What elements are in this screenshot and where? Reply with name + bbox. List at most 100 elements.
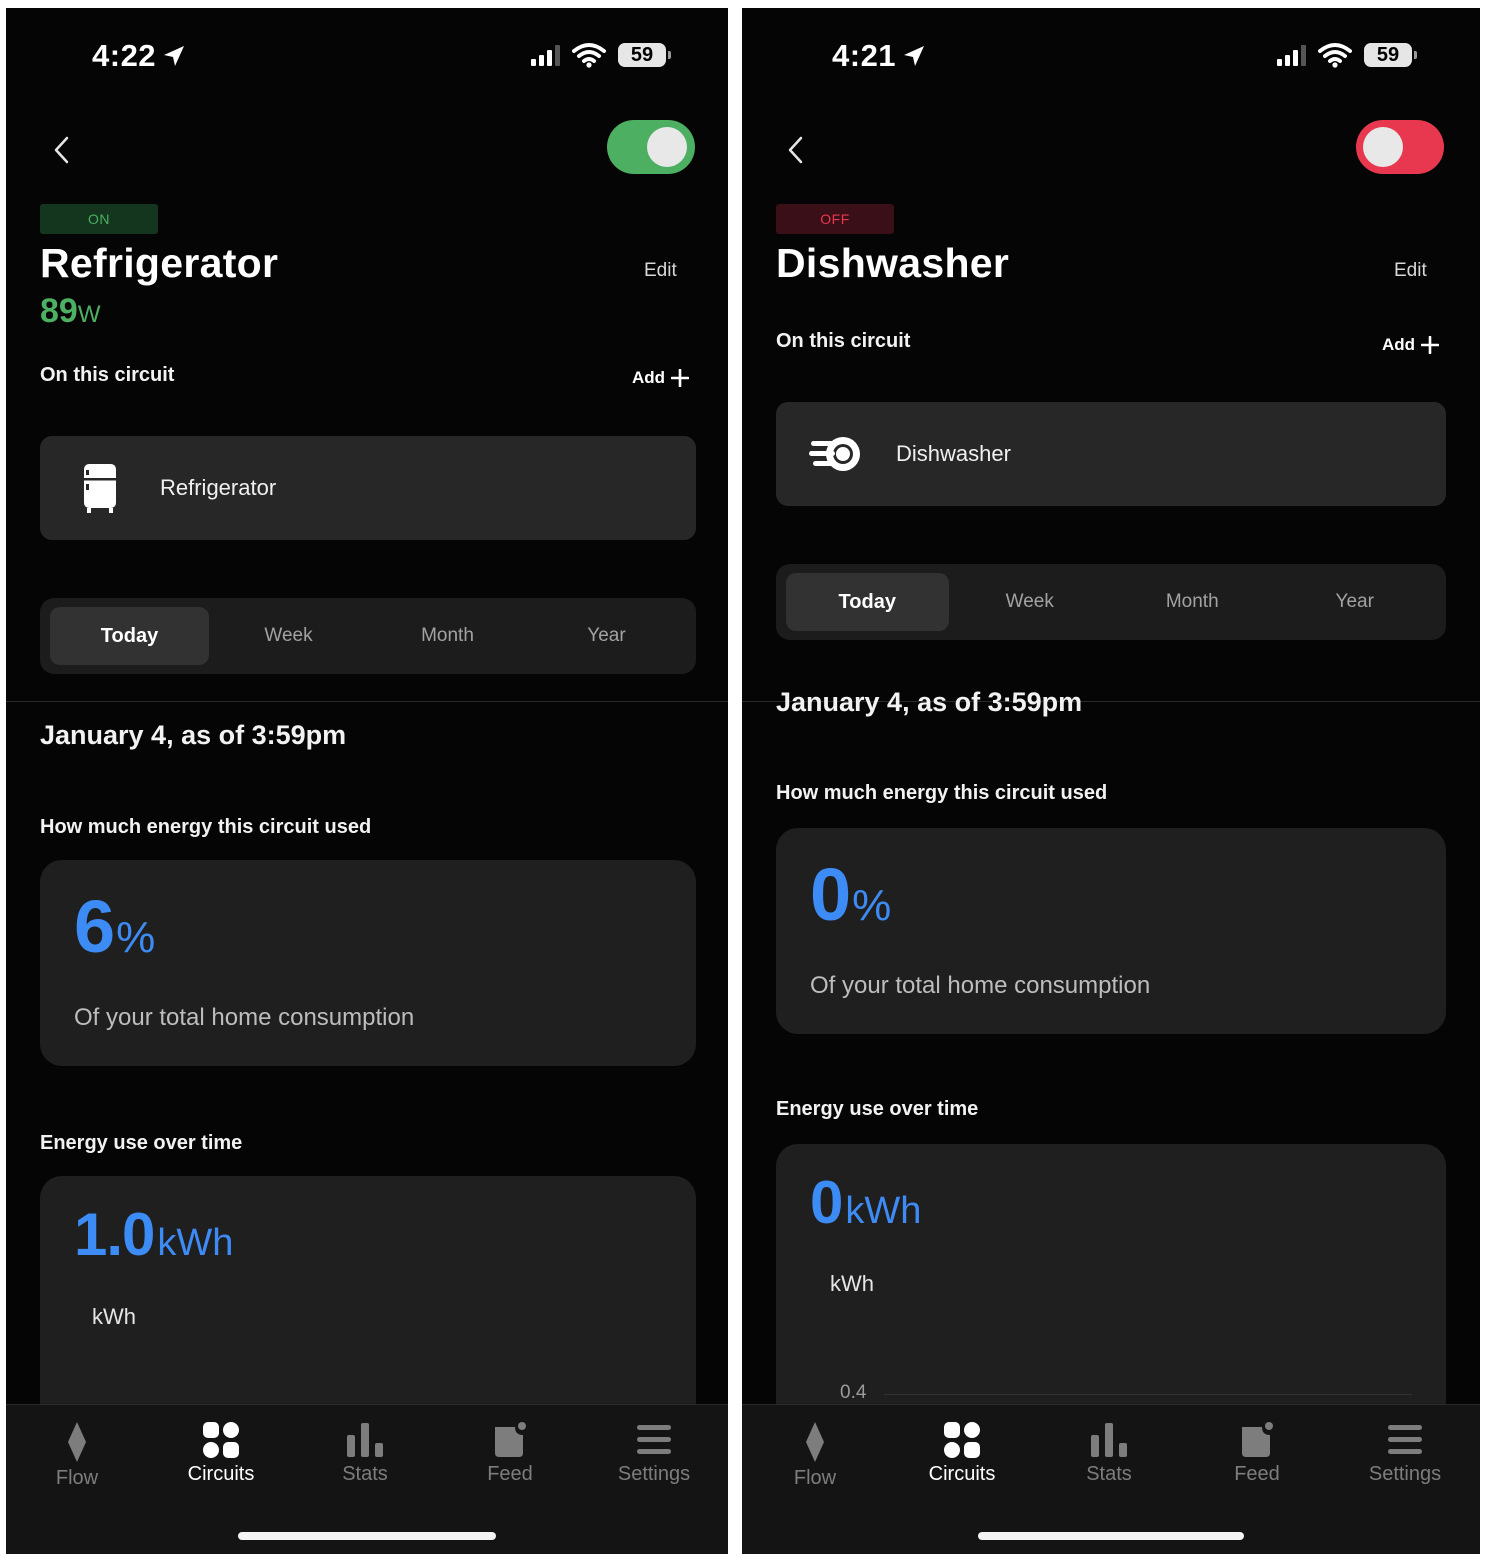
- menu-icon: [1388, 1425, 1422, 1454]
- status-badge: ON: [40, 204, 158, 234]
- tab-month[interactable]: Month: [1111, 573, 1274, 631]
- home-indicator: [238, 1532, 496, 1540]
- tab-flow[interactable]: Flow: [750, 1421, 880, 1490]
- status-bar: 4:21 59: [742, 8, 1480, 108]
- y-tick-label: 0.4: [840, 1382, 867, 1403]
- signal-icon: [1277, 44, 1306, 66]
- plus-icon: [1421, 336, 1440, 354]
- energy-card: 1.0 kWh kWh: [40, 1176, 696, 1416]
- period-selector: Today Week Month Year: [776, 564, 1446, 640]
- tab-circuits[interactable]: Circuits: [897, 1421, 1027, 1486]
- wifi-icon: [572, 43, 606, 68]
- energy-number: 0: [810, 1169, 843, 1236]
- share-section-label: How much energy this circuit used: [776, 782, 1108, 804]
- circuit-device-label: Dishwasher: [896, 441, 1011, 466]
- toggle-knob: [1363, 127, 1403, 167]
- back-button[interactable]: [780, 130, 810, 170]
- energy-value: 1.0 kWh: [74, 1200, 233, 1269]
- dishwasher-icon: [776, 434, 896, 474]
- circuit-device-label: Refrigerator: [160, 475, 277, 500]
- power-value: 89: [40, 292, 78, 330]
- share-number: 6: [74, 885, 115, 968]
- chart-axis-unit: kWh: [830, 1271, 874, 1296]
- energy-number: 1.0: [74, 1201, 155, 1268]
- flow-icon: [68, 1422, 86, 1462]
- tab-settings[interactable]: Settings: [1340, 1421, 1470, 1486]
- share-unit: %: [116, 913, 156, 962]
- share-caption: Of your total home consumption: [810, 972, 1151, 999]
- grid-line: [884, 1394, 1412, 1395]
- energy-section-label: Energy use over time: [40, 1132, 243, 1154]
- circuit-section-label: On this circuit: [40, 364, 175, 386]
- share-caption: Of your total home consumption: [74, 1004, 415, 1031]
- tab-circuits[interactable]: Circuits: [156, 1421, 286, 1486]
- tab-month[interactable]: Month: [368, 607, 527, 665]
- power-reading: 89W: [40, 292, 100, 331]
- status-badge: OFF: [776, 204, 894, 234]
- share-value: 6%: [74, 884, 155, 969]
- stats-icon: [347, 1423, 383, 1457]
- date-heading: January 4, as of 3:59pm: [40, 720, 347, 750]
- share-value: 0%: [810, 852, 891, 937]
- share-card: 0% Of your total home consumption: [776, 828, 1446, 1034]
- period-selector: Today Week Month Year: [40, 598, 696, 674]
- status-bar: 4:22 59: [6, 8, 728, 108]
- tab-week[interactable]: Week: [209, 607, 368, 665]
- tab-feed[interactable]: Feed: [445, 1421, 575, 1486]
- feed-icon: [495, 1422, 526, 1457]
- chart-axis-unit: kWh: [92, 1304, 136, 1329]
- wifi-icon: [1318, 43, 1352, 68]
- tab-feed[interactable]: Feed: [1192, 1421, 1322, 1486]
- tab-stats[interactable]: Stats: [1044, 1421, 1174, 1486]
- feed-icon: [1242, 1422, 1273, 1457]
- circuits-icon: [944, 1422, 980, 1458]
- toggle-knob: [647, 127, 687, 167]
- tab-stats[interactable]: Stats: [300, 1421, 430, 1486]
- edit-button[interactable]: Edit: [1394, 260, 1427, 282]
- status-icons: 59: [531, 42, 671, 68]
- tab-year[interactable]: Year: [527, 607, 686, 665]
- share-section-label: How much energy this circuit used: [40, 816, 372, 838]
- menu-icon: [637, 1425, 671, 1454]
- status-icons: 59: [1277, 42, 1417, 68]
- bottom-tab-bar: Flow Circuits Stats Feed Settings: [742, 1404, 1480, 1554]
- device-title: Refrigerator: [40, 240, 279, 286]
- power-toggle[interactable]: [1356, 120, 1444, 174]
- energy-unit: kWh: [845, 1190, 922, 1232]
- refrigerator-screen: 4:22 59 ON Refrigerator Edit 89W On this…: [6, 8, 728, 1554]
- edit-button[interactable]: Edit: [644, 260, 677, 282]
- plus-icon: [671, 369, 690, 387]
- tab-today[interactable]: Today: [786, 573, 949, 631]
- back-button[interactable]: [46, 130, 76, 170]
- bottom-tab-bar: Flow Circuits Stats Feed Settings: [6, 1404, 728, 1554]
- circuit-device-item[interactable]: Dishwasher: [776, 402, 1446, 506]
- power-toggle[interactable]: [607, 120, 695, 174]
- date-heading: January 4, as of 3:59pm: [776, 687, 1083, 717]
- energy-section-label: Energy use over time: [776, 1098, 979, 1120]
- add-button[interactable]: Add: [632, 368, 690, 388]
- tab-flow[interactable]: Flow: [12, 1421, 142, 1490]
- divider: [6, 701, 728, 702]
- battery-icon: 59: [1364, 43, 1417, 67]
- chevron-left-icon: [54, 136, 69, 164]
- tab-year[interactable]: Year: [1274, 573, 1437, 631]
- energy-card: 0 kWh kWh 0.4: [776, 1144, 1446, 1414]
- tab-week[interactable]: Week: [949, 573, 1112, 631]
- refrigerator-icon: [40, 462, 160, 514]
- share-unit: %: [852, 881, 892, 930]
- circuit-device-item[interactable]: Refrigerator: [40, 436, 696, 540]
- flow-icon: [806, 1422, 824, 1462]
- status-time: 4:22: [92, 38, 186, 74]
- signal-icon: [531, 44, 560, 66]
- share-card: 6% Of your total home consumption: [40, 860, 696, 1066]
- stats-icon: [1091, 1423, 1127, 1457]
- energy-value: 0 kWh: [810, 1168, 921, 1237]
- add-button[interactable]: Add: [1382, 335, 1440, 355]
- location-arrow-icon: [164, 46, 185, 66]
- dishwasher-screen: 4:21 59 OFF Dishwasher Edit On this circ…: [742, 8, 1480, 1554]
- chevron-left-icon: [788, 136, 803, 164]
- circuit-section-label: On this circuit: [776, 330, 911, 352]
- battery-icon: 59: [618, 43, 671, 67]
- tab-settings[interactable]: Settings: [589, 1421, 719, 1486]
- tab-today[interactable]: Today: [50, 607, 209, 665]
